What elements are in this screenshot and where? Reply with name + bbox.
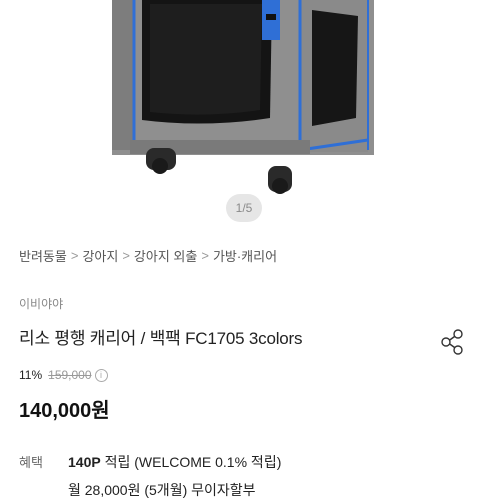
breadcrumb-item-bag-carrier[interactable]: 가방·캐리어 <box>213 246 277 265</box>
breadcrumb-item-dog-outing[interactable]: 강아지 외출 <box>134 246 197 265</box>
installment-info[interactable]: 월 28,000원 (5개월) 무이자할부 <box>68 480 256 500</box>
breadcrumb: 반려동물 > 강아지 > 강아지 외출 > 가방·캐리어 <box>19 244 277 266</box>
product-title: 리소 평행 캐리어 / 백팩 FC1705 3colors <box>19 329 303 348</box>
price-info: 11% 159,000 i <box>19 368 108 382</box>
info-icon[interactable]: i <box>94 368 108 382</box>
benefit-points: 140P 적립 (WELCOME 0.1% 적립) <box>68 452 281 472</box>
chevron-right-icon: > <box>122 247 130 263</box>
benefit-label: 혜택 <box>19 455 43 470</box>
product-image-gallery[interactable]: 1/5 <box>0 0 490 232</box>
brand-name[interactable]: 이비야야 <box>19 295 63 312</box>
share-icon <box>441 329 463 355</box>
original-price: 159,000 <box>48 368 92 382</box>
points-amount: 140P <box>68 454 101 470</box>
image-pager: 1/5 <box>226 194 262 222</box>
chevron-right-icon: > <box>201 247 209 263</box>
chevron-right-icon: > <box>70 247 79 263</box>
sale-price: 140,000원 <box>19 400 110 422</box>
breadcrumb-item-dog[interactable]: 강아지 <box>82 246 118 265</box>
discount-rate: 11% <box>19 368 43 382</box>
points-description: 적립 (WELCOME 0.1% 적립) <box>104 454 282 470</box>
breadcrumb-item-pets[interactable]: 반려동물 <box>19 246 67 265</box>
share-button[interactable] <box>438 327 468 357</box>
